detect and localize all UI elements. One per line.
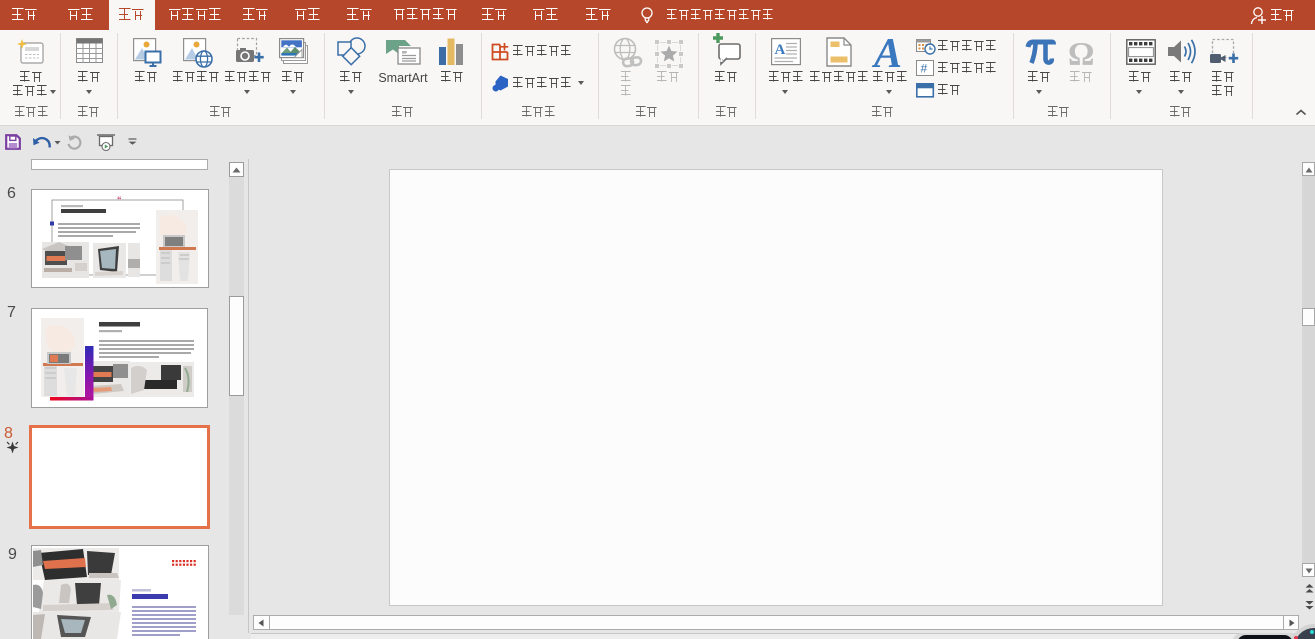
- svg-text:#: #: [921, 62, 928, 76]
- svg-text:Ω: Ω: [1068, 37, 1094, 73]
- svg-text:A: A: [775, 42, 786, 58]
- svg-text:“: “: [117, 195, 122, 205]
